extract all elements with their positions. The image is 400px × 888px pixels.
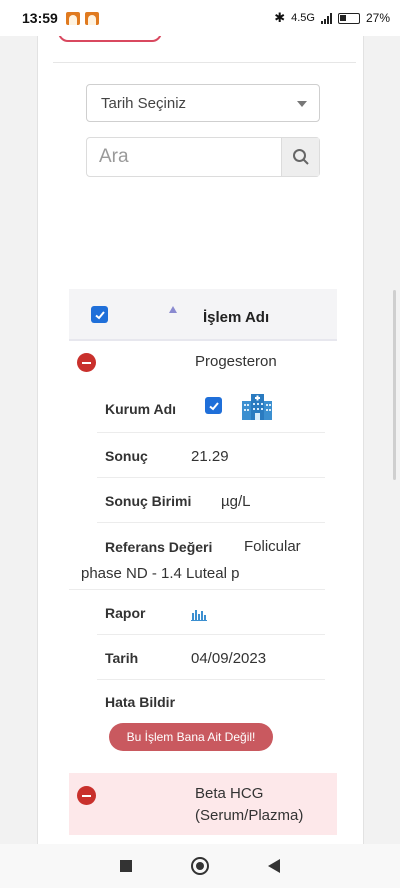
row-name: Progesteron <box>195 353 277 370</box>
row-name: Beta HCG (Serum/Plazma) <box>195 783 303 827</box>
check-icon <box>208 401 219 410</box>
not-mine-button[interactable]: Bu İşlem Bana Ait Değil! <box>109 723 273 751</box>
detail-referans: Referans Değeri Folicular phase ND - 1.4… <box>69 523 325 590</box>
detail-label: Kurum Adı <box>105 401 177 417</box>
collapse-row-button[interactable] <box>77 353 96 372</box>
select-all-checkbox[interactable] <box>91 306 108 323</box>
search-icon <box>292 149 309 165</box>
scrollbar[interactable] <box>393 290 396 480</box>
date-select-value: Tarih Seçiniz <box>101 94 187 112</box>
signal-icon <box>320 12 332 24</box>
detail-value: 21.29 <box>191 448 229 465</box>
detail-birim: Sonuç Birimi µg/L <box>97 478 325 523</box>
detail-label: Referans Değeri <box>105 539 213 555</box>
network-type: 4.5G <box>291 12 315 24</box>
table-row[interactable]: Progesteron <box>69 341 337 381</box>
sort-asc-icon[interactable] <box>169 306 177 313</box>
detail-value: Folicular <box>244 538 301 555</box>
search-box[interactable]: Ara <box>86 137 320 177</box>
chevron-down-icon <box>297 101 307 107</box>
table-header: İşlem Adı <box>69 289 337 341</box>
detail-label: Sonuç <box>105 448 148 464</box>
detail-label: Rapor <box>105 605 146 621</box>
column-header-islem-adi[interactable]: İşlem Adı <box>203 309 269 326</box>
battery-percent: 27% <box>365 11 390 25</box>
detail-label: Sonuç Birimi <box>105 493 192 509</box>
detail-label: Hata Bildir <box>105 694 176 710</box>
divider <box>53 62 356 63</box>
notification-icon <box>65 11 80 25</box>
results-table: İşlem Adı Progesteron Kurum Adı Sonuç 21… <box>69 289 337 835</box>
back-button[interactable] <box>268 859 281 873</box>
date-select[interactable]: Tarih Seçiniz <box>86 84 320 122</box>
row-name-line: Beta HCG <box>195 785 264 802</box>
notification-icon <box>84 11 99 25</box>
top-badge[interactable] <box>58 36 162 42</box>
bluetooth-icon: ✱ <box>274 10 286 25</box>
detail-value: 04/09/2023 <box>191 650 267 667</box>
detail-kurum: Kurum Adı <box>97 381 325 433</box>
detail-rapor: Rapor <box>97 590 325 635</box>
search-input[interactable]: Ara <box>87 138 281 176</box>
home-button[interactable] <box>190 857 209 875</box>
table-row[interactable]: Beta HCG (Serum/Plazma) <box>69 773 337 835</box>
report-chart-icon[interactable] <box>191 607 207 621</box>
hospital-icon <box>242 394 272 420</box>
detail-value: µg/L <box>221 493 251 510</box>
status-time: 13:59 <box>22 10 58 26</box>
row-name-line: (Serum/Plazma) <box>195 807 304 824</box>
status-bar: 13:59 ✱ 4.5G 27% <box>0 0 400 36</box>
detail-label: Tarih <box>105 650 139 666</box>
collapse-row-button[interactable] <box>77 786 96 805</box>
check-icon <box>94 310 105 319</box>
detail-hata: Hata Bildir Bu İşlem Bana Ait Değil! <box>97 680 325 773</box>
battery-icon <box>337 12 360 24</box>
content-panel: Tarih Seçiniz Ara İşlem Adı Progesteron … <box>37 36 364 844</box>
search-button[interactable] <box>281 138 319 176</box>
row-details: Kurum Adı Sonuç 21.29 Sonuç Birimi µg/L … <box>69 381 337 773</box>
recent-apps-button[interactable] <box>119 860 132 872</box>
detail-sonuc: Sonuç 21.29 <box>97 433 325 478</box>
system-nav-bar <box>0 844 400 888</box>
kurum-checkbox[interactable] <box>205 397 222 414</box>
detail-value-continued: phase ND - 1.4 Luteal p <box>81 565 240 582</box>
detail-tarih: Tarih 04/09/2023 <box>97 635 325 680</box>
